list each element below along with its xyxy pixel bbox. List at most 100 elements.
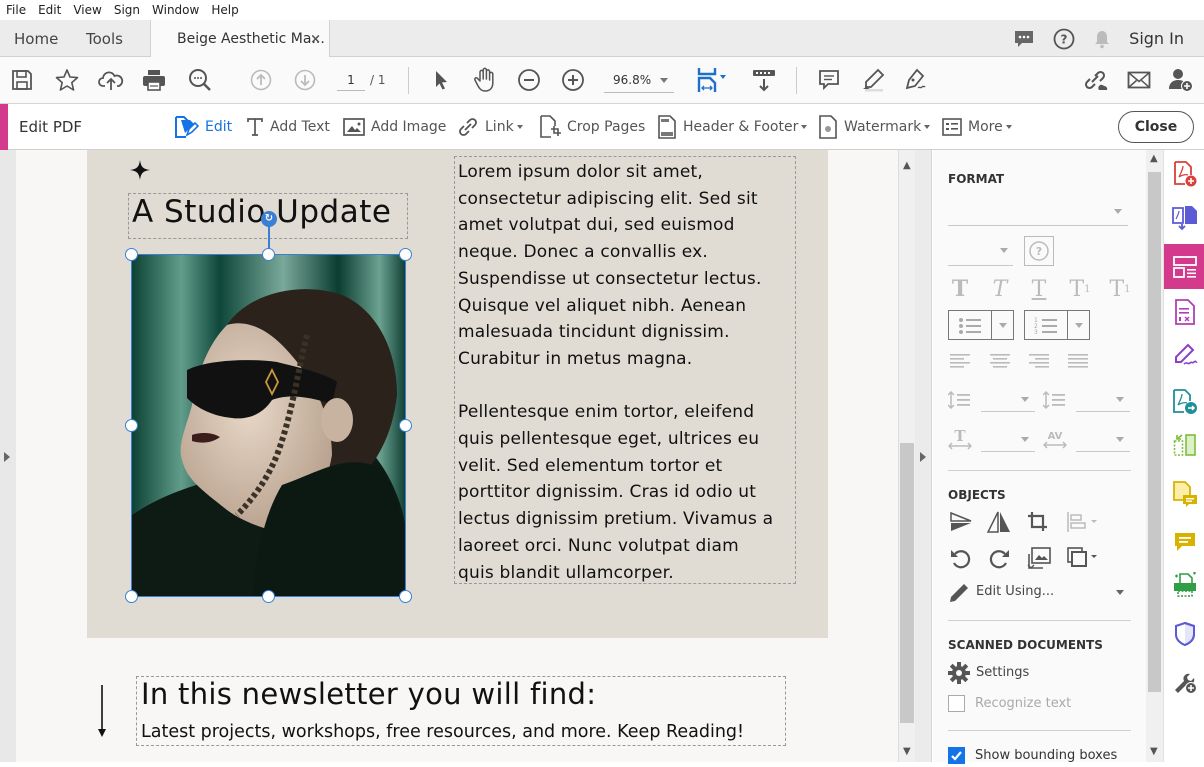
- comment-icon[interactable]: [816, 67, 842, 93]
- body-text[interactable]: Lorem ipsum dolor sit amet, consectetur …: [458, 159, 798, 613]
- help-icon[interactable]: ?: [1053, 28, 1075, 50]
- comment-file-icon[interactable]: [1164, 472, 1204, 515]
- add-user-icon[interactable]: [1168, 67, 1194, 93]
- resize-handle-se[interactable]: [399, 590, 412, 603]
- resize-handle-ne[interactable]: [399, 248, 412, 261]
- comment-icon[interactable]: [1164, 520, 1204, 563]
- paragraph[interactable]: Lorem ipsum dolor sit amet, consectetur …: [458, 159, 798, 373]
- character-spacing-select[interactable]: [1076, 428, 1130, 452]
- italic-icon[interactable]: T: [988, 277, 1012, 302]
- close-tab-icon[interactable]: ×: [310, 32, 321, 47]
- arrange-icon[interactable]: [1067, 547, 1099, 569]
- rotate-handle-icon[interactable]: ↻: [261, 211, 277, 227]
- add-image-button[interactable]: Add Image: [343, 116, 446, 138]
- newsletter-subtext[interactable]: Latest projects, workshops, free resourc…: [141, 722, 744, 742]
- bullet-list-button[interactable]: [948, 310, 1014, 340]
- email-icon[interactable]: [1126, 67, 1152, 93]
- zoom-search-icon[interactable]: [187, 67, 213, 93]
- hand-icon[interactable]: [472, 67, 498, 93]
- protect-icon[interactable]: [1164, 612, 1204, 655]
- rotate-left-icon[interactable]: [950, 547, 972, 569]
- fill-sign-icon[interactable]: [1164, 333, 1204, 376]
- upload-icon[interactable]: [98, 67, 124, 93]
- subscript-icon[interactable]: T1: [1106, 277, 1134, 302]
- menu-window[interactable]: Window: [146, 3, 205, 17]
- menu-help[interactable]: Help: [205, 3, 244, 17]
- align-center-icon[interactable]: [989, 354, 1011, 368]
- share-link-icon[interactable]: [1082, 67, 1108, 93]
- font-size-select[interactable]: [948, 240, 1013, 266]
- scroll-up-icon[interactable]: ▲: [903, 160, 911, 171]
- resize-handle-s[interactable]: [262, 590, 275, 603]
- header-footer-button[interactable]: Header & Footer: [657, 115, 808, 139]
- star-icon[interactable]: [54, 67, 80, 93]
- replace-image-icon[interactable]: [1027, 546, 1051, 570]
- resize-handle-n[interactable]: [262, 248, 275, 261]
- resize-handle-w[interactable]: [125, 419, 138, 432]
- underline-icon[interactable]: T: [1027, 277, 1051, 302]
- scan-icon[interactable]: [1164, 563, 1204, 606]
- numbered-list-button[interactable]: 123: [1024, 310, 1090, 340]
- show-bounding-boxes-checkbox[interactable]: [948, 747, 965, 764]
- resize-handle-e[interactable]: [399, 419, 412, 432]
- menu-edit[interactable]: Edit: [32, 3, 67, 17]
- close-button[interactable]: Close: [1118, 111, 1194, 143]
- highlight-icon[interactable]: [860, 67, 886, 93]
- scrollbar-thumb[interactable]: [1148, 172, 1161, 692]
- rotate-right-icon[interactable]: [988, 547, 1010, 569]
- add-text-button[interactable]: Add Text: [246, 116, 330, 138]
- scrollbar-thumb[interactable]: [900, 443, 914, 723]
- link-button[interactable]: Link: [457, 116, 523, 138]
- document-scrollbar[interactable]: ▲ ▼: [898, 150, 915, 762]
- select-arrow-icon[interactable]: [428, 67, 454, 93]
- watermark-button[interactable]: Watermark: [818, 115, 931, 139]
- edit-pdf-icon[interactable]: [1164, 244, 1204, 289]
- save-icon[interactable]: [9, 67, 35, 93]
- superscript-icon[interactable]: T1: [1066, 277, 1094, 302]
- tab-home[interactable]: Home: [14, 20, 58, 57]
- sign-pen-icon[interactable]: [903, 67, 929, 93]
- document-title[interactable]: A Studio Update: [132, 194, 391, 230]
- panel-scrollbar[interactable]: ▲ ▼: [1146, 150, 1163, 762]
- justify-icon[interactable]: [1068, 354, 1090, 368]
- print-icon[interactable]: [141, 67, 167, 93]
- right-panel-toggle[interactable]: [915, 150, 932, 762]
- export-pdf-icon[interactable]: [1164, 196, 1204, 239]
- tab-document[interactable]: Beige Aesthetic Ma... ×: [150, 20, 330, 58]
- paragraph[interactable]: Pellentesque enim tortor, eleifend quis …: [458, 399, 798, 586]
- selected-image[interactable]: [131, 254, 406, 597]
- scroll-down-icon[interactable]: ▼: [903, 746, 911, 757]
- crop-icon[interactable]: [1027, 511, 1049, 533]
- flip-horizontal-icon[interactable]: [987, 511, 1011, 533]
- align-left-icon[interactable]: [950, 354, 972, 368]
- recognize-text-checkbox[interactable]: [948, 695, 965, 712]
- crop-pages-button[interactable]: Crop Pages: [539, 115, 645, 138]
- zoom-in-icon[interactable]: [560, 67, 586, 93]
- page-number-input[interactable]: 1: [337, 69, 365, 91]
- text-color-button[interactable]: ?: [1024, 236, 1054, 266]
- resize-handle-sw[interactable]: [125, 590, 138, 603]
- create-pdf-icon[interactable]: [1164, 152, 1204, 195]
- edit-using-button[interactable]: Edit Using...: [948, 580, 1131, 604]
- fill-form-icon[interactable]: [1164, 290, 1204, 333]
- tab-tools[interactable]: Tools: [86, 20, 123, 57]
- menu-view[interactable]: View: [67, 3, 107, 17]
- send-review-icon[interactable]: [1164, 380, 1204, 423]
- scroll-down-icon[interactable]: ▼: [1150, 746, 1158, 757]
- edit-button[interactable]: Edit: [173, 116, 232, 138]
- sign-in-button[interactable]: Sign In: [1129, 29, 1184, 48]
- bell-icon[interactable]: [1093, 29, 1111, 49]
- scroll-up-icon[interactable]: ▲: [1150, 153, 1158, 164]
- bold-icon[interactable]: T: [948, 276, 972, 302]
- more-tools-icon[interactable]: [1164, 660, 1204, 703]
- organize-pages-icon[interactable]: [1164, 423, 1204, 466]
- fit-page-icon[interactable]: [694, 67, 730, 93]
- zoom-out-icon[interactable]: [516, 67, 542, 93]
- newsletter-heading[interactable]: In this newsletter you will find:: [141, 677, 596, 711]
- scroll-mode-icon[interactable]: [751, 67, 777, 93]
- more-button[interactable]: More: [942, 116, 1012, 138]
- page-up-icon[interactable]: [248, 67, 274, 93]
- resize-handle-nw[interactable]: [125, 248, 138, 261]
- zoom-level-select[interactable]: 96.8%: [604, 69, 674, 93]
- page-down-icon[interactable]: [292, 67, 318, 93]
